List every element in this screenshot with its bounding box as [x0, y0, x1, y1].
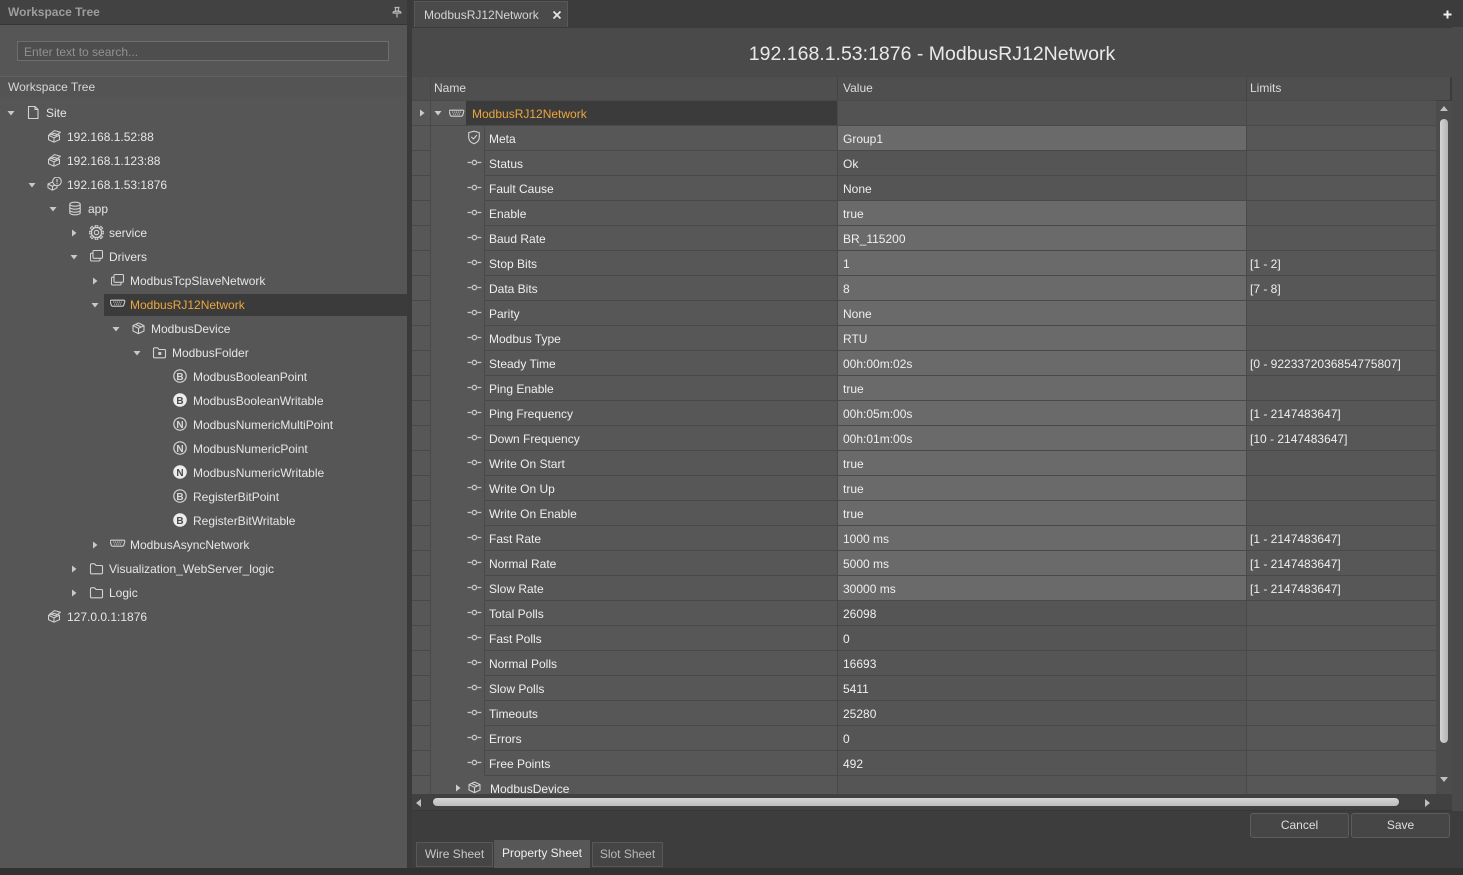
svg-text:N: N — [176, 420, 183, 431]
svg-text:B: B — [176, 492, 183, 503]
svg-text:N: N — [176, 444, 183, 455]
svg-text:B: B — [176, 396, 183, 407]
svg-text:B: B — [176, 516, 183, 527]
svg-text:N: N — [176, 468, 183, 479]
svg-text:B: B — [176, 372, 183, 383]
